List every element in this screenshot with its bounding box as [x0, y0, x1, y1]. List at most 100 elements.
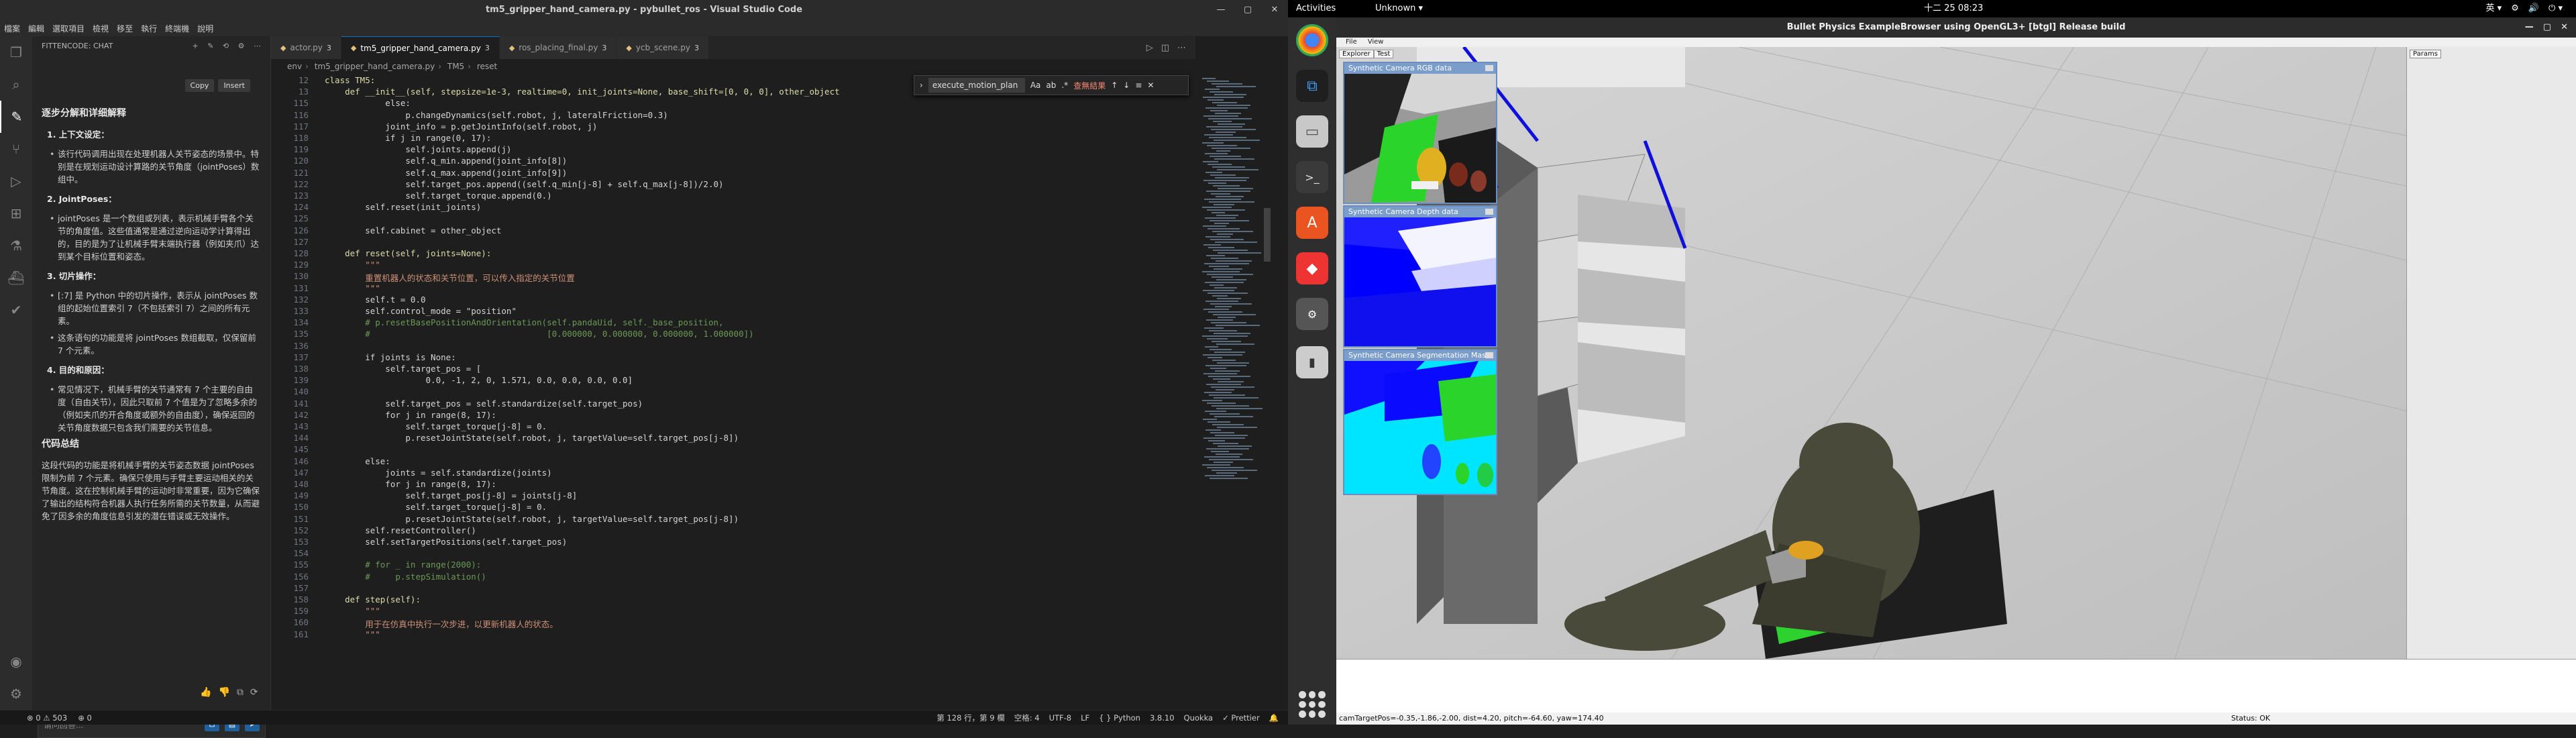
code-line[interactable]: self.target_torque[j-8] = 0.	[325, 502, 547, 512]
bullet-menu-file[interactable]: File	[1346, 38, 1357, 47]
clock[interactable]: 十二 25 08:23	[1924, 0, 1983, 17]
menu-help[interactable]: 說明	[197, 23, 213, 34]
code-line[interactable]: self.joints.append(j)	[325, 144, 511, 154]
find-selection-icon[interactable]: ≡	[1135, 81, 1142, 90]
menu-run[interactable]: 執行	[141, 23, 157, 34]
code-line[interactable]: self.cabinet = other_object	[325, 225, 501, 235]
activities-button[interactable]: Activities	[1296, 0, 1336, 17]
panel-toggle-icon[interactable]	[1485, 352, 1493, 358]
depth-camera-panel[interactable]: Synthetic Camera Depth data	[1343, 205, 1497, 348]
next-match-icon[interactable]: ↓	[1123, 81, 1130, 90]
extensions-icon[interactable]: ⊞	[0, 197, 32, 229]
settings-icon[interactable]: ⚙	[238, 42, 245, 50]
code-line[interactable]: self.control_mode = "position"	[325, 306, 517, 316]
code-editor[interactable]: 12 class TM5: 13 def __init__(self, stepsi…	[271, 74, 1195, 710]
3d-viewport[interactable]: Explorer Test Synthetic Camera RGB data …	[1336, 47, 2576, 659]
problems-status[interactable]: ⊗ 0 ⚠ 503	[27, 710, 67, 725]
crumb-method[interactable]: reset	[477, 62, 497, 71]
app-menu[interactable]: Unknown ▾	[1375, 0, 1423, 17]
segmentation-camera-header[interactable]: Synthetic Camera Segmentation Mask	[1344, 350, 1496, 361]
panel-toggle-icon[interactable]	[1485, 209, 1493, 215]
run-debug-icon[interactable]: ▷	[0, 165, 32, 197]
thumbs-down-icon[interactable]: 👎	[218, 687, 229, 698]
explorer-tab[interactable]: Explorer	[1339, 50, 1374, 58]
params-tab[interactable]: Params	[2410, 50, 2441, 58]
crumb-folder[interactable]: env	[287, 62, 302, 71]
code-line[interactable]: # p.stepSimulation()	[325, 572, 486, 582]
python-version[interactable]: 3.8.10	[1150, 710, 1175, 725]
explorer-icon[interactable]: ❐	[0, 36, 32, 68]
code-line[interactable]: p.resetJointState(self.robot, j, targetV…	[325, 433, 739, 443]
code-line[interactable]: 用于在仿真中执行一次步进，以更新机器人的状态。	[325, 617, 558, 630]
code-line[interactable]: p.changeDynamics(self.robot, j, lateralF…	[325, 110, 667, 120]
code-line[interactable]: """	[325, 283, 380, 293]
rgb-camera-header[interactable]: Synthetic Camera RGB data	[1344, 63, 1496, 74]
files-icon[interactable]: ▭	[1296, 115, 1328, 148]
test-icon[interactable]: ⚗	[0, 229, 32, 262]
bullet-menu-view[interactable]: View	[1368, 38, 1384, 47]
segmentation-camera-panel[interactable]: Synthetic Camera Segmentation Mask	[1343, 349, 1497, 495]
menu-selection[interactable]: 選取項目	[52, 23, 85, 34]
code-line[interactable]: def reset(self, joints=None):	[325, 248, 491, 258]
code-line[interactable]: else:	[325, 98, 411, 108]
terminal-icon[interactable]: >_	[1296, 161, 1328, 193]
code-line[interactable]: self.target_torque[j-8] = 0.	[325, 421, 547, 431]
whole-word-icon[interactable]: ab	[1046, 81, 1056, 90]
maximize-icon[interactable]: ▢	[1234, 0, 1261, 20]
code-line[interactable]: self.q_max.append(joint_info[9])	[325, 168, 567, 178]
tab-ros-placing[interactable]: ◆ ros_placing_final.py 3	[499, 36, 617, 59]
prev-match-icon[interactable]: ↑	[1111, 81, 1118, 90]
crumb-class[interactable]: TM5	[447, 62, 464, 71]
cursor-position[interactable]: 第 128 行，第 9 欄	[936, 710, 1004, 725]
match-case-icon[interactable]: Aa	[1030, 81, 1041, 90]
code-line[interactable]: self.target_torque.append(0.)	[325, 191, 551, 201]
encoding[interactable]: UTF-8	[1049, 710, 1072, 725]
edit-icon[interactable]: ✎	[207, 42, 213, 50]
chat-icon[interactable]: ✎	[0, 101, 32, 133]
test-tab[interactable]: Test	[1373, 50, 1394, 58]
more-actions-icon[interactable]: ⋯	[1177, 43, 1186, 53]
find-input[interactable]: execute_motion_plan	[928, 78, 1025, 93]
minimize-icon[interactable]: —	[1208, 0, 1234, 20]
code-line[interactable]: """	[325, 260, 380, 270]
code-line[interactable]: self.resetController()	[325, 525, 476, 535]
indentation[interactable]: 空格: 4	[1014, 710, 1040, 725]
menu-edit[interactable]: 編輯	[28, 23, 44, 34]
prettier-status[interactable]: ✓ Prettier	[1222, 710, 1260, 725]
eol[interactable]: LF	[1081, 710, 1089, 725]
scrollbar-thumb[interactable]	[1264, 208, 1271, 262]
code-line[interactable]: else:	[325, 456, 390, 466]
quokka-status[interactable]: Quokka	[1184, 710, 1214, 725]
new-chat-icon[interactable]: +	[192, 42, 198, 50]
code-line[interactable]: self.reset(init_joints)	[325, 202, 481, 212]
menu-view[interactable]: 檢視	[93, 23, 109, 34]
code-line[interactable]: """	[325, 606, 380, 616]
code-line[interactable]: 重置机器人的状态和关节位置，可以传入指定的关节位置	[325, 271, 575, 284]
code-line[interactable]: # for _ in range(2000):	[325, 560, 481, 570]
show-apps-icon[interactable]	[1299, 691, 1326, 718]
tab-actor[interactable]: ◆ actor.py 3	[271, 36, 341, 59]
search-icon[interactable]: ⌕	[0, 68, 32, 101]
close-icon[interactable]: ✕	[1261, 0, 1288, 20]
code-line[interactable]: self.setTargetPositions(self.target_pos)	[325, 537, 567, 547]
tab-ycb-scene[interactable]: ◆ ycb_scene.py 3	[616, 36, 709, 59]
account-icon[interactable]: ◉	[0, 645, 32, 678]
code-line[interactable]: for j in range(8, 17):	[325, 479, 496, 489]
usb-drive-icon[interactable]: ▮	[1296, 346, 1328, 378]
regenerate-icon[interactable]: ⟳	[250, 687, 258, 698]
menu-file[interactable]: 檔案	[4, 23, 20, 34]
source-control-icon[interactable]: ⑂	[0, 133, 32, 165]
scene-render[interactable]	[1336, 47, 2576, 659]
anydesk-icon[interactable]: ◆	[1296, 252, 1328, 284]
copy-icon[interactable]: ⧉	[237, 687, 244, 698]
software-center-icon[interactable]: A	[1296, 207, 1328, 239]
vscode-icon[interactable]: ⧉	[1296, 70, 1328, 102]
code-line[interactable]: # p.resetBasePositionAndOrientation(self…	[325, 317, 723, 327]
menu-terminal[interactable]: 終端機	[165, 23, 189, 34]
chrome-icon[interactable]	[1296, 24, 1328, 56]
check-icon[interactable]: ✔	[0, 294, 32, 326]
code-line[interactable]: self.target_pos[j-8] = joints[j-8]	[325, 490, 577, 500]
rgb-camera-panel[interactable]: Synthetic Camera RGB data	[1343, 62, 1497, 204]
code-line[interactable]: self.target_pos.append((self.q_min[j-8] …	[325, 179, 723, 189]
history-icon[interactable]: ⟲	[223, 42, 229, 50]
